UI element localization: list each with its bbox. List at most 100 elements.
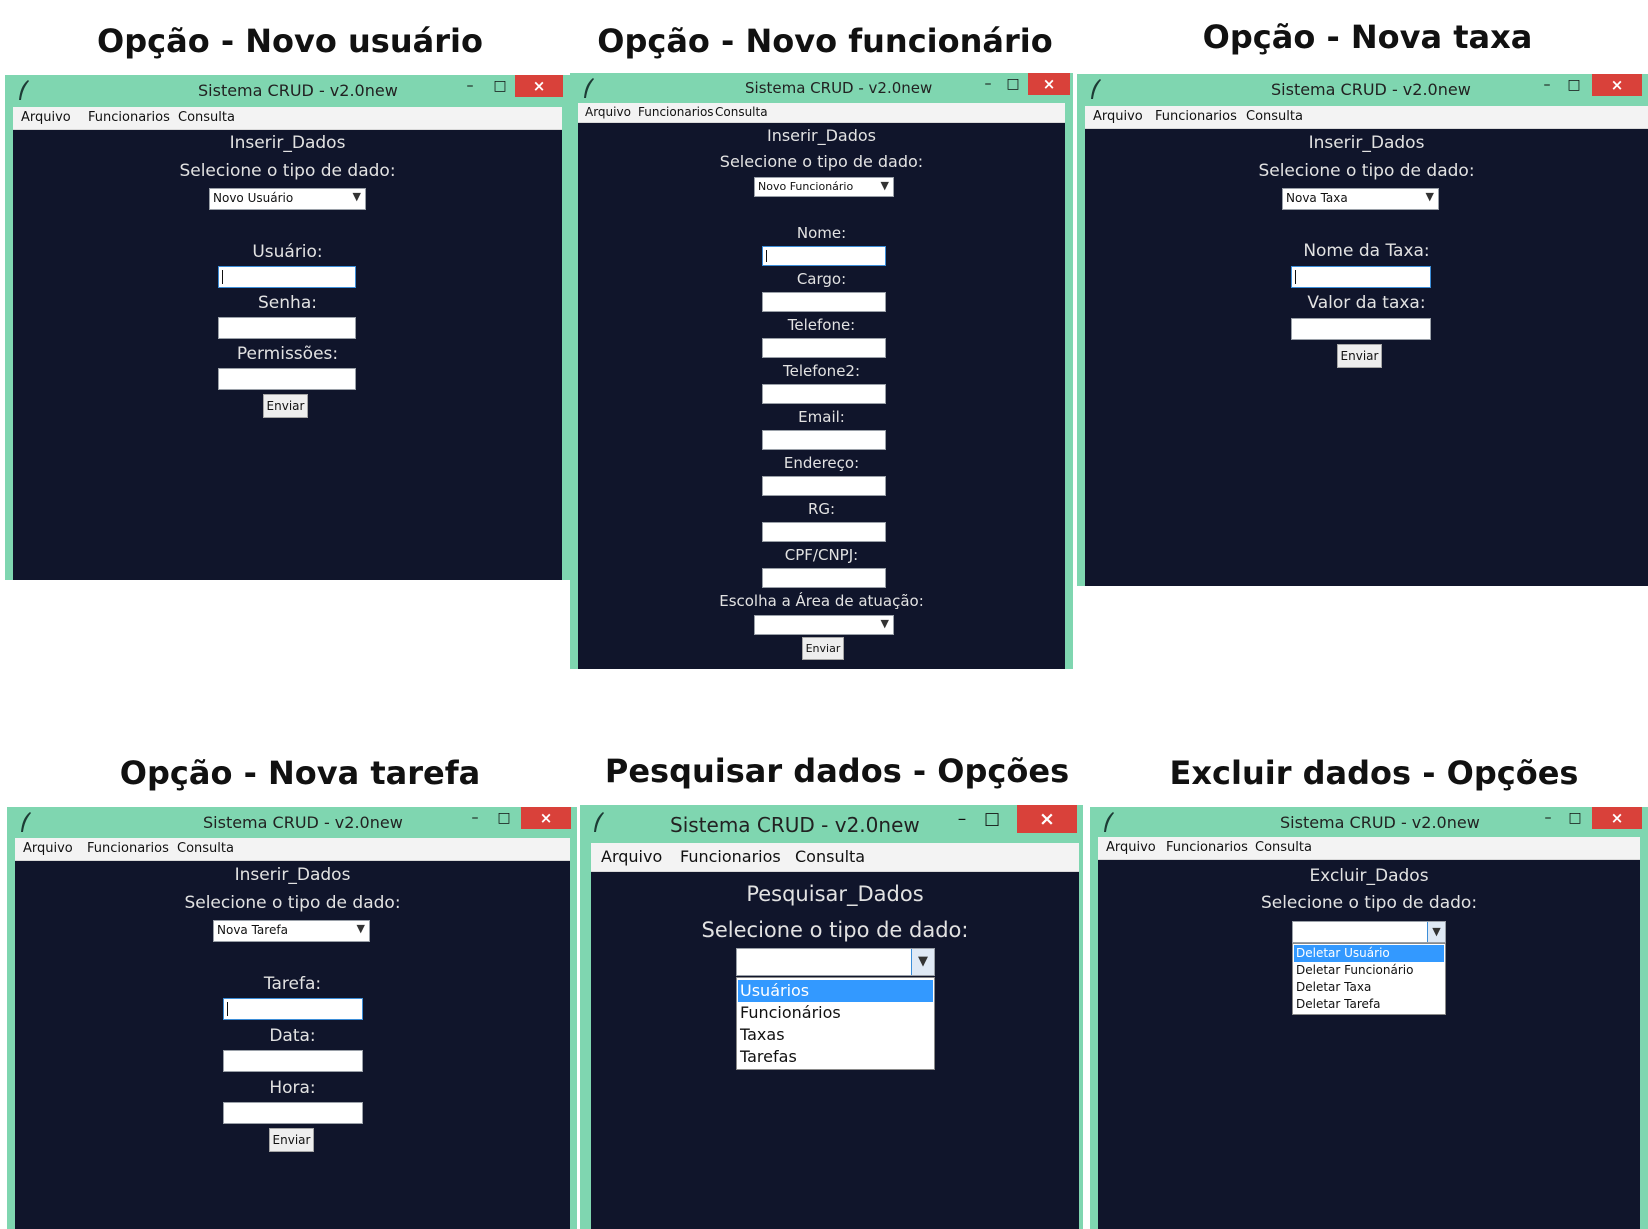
field-label: Telefone: [787,316,856,334]
maximize-button[interactable]: □ [1003,73,1023,95]
menu-arquivo[interactable]: Arquivo [21,110,71,125]
type-select[interactable]: Nova Taxa ▼ [1282,188,1439,210]
maximize-button[interactable]: □ [980,805,1004,833]
field-label: Senha: [258,293,317,313]
maximize-button[interactable]: □ [490,75,510,97]
hora-input[interactable] [223,1102,363,1124]
cpf-cnpj-input[interactable] [762,568,886,588]
minimize-button[interactable]: – [1537,74,1557,96]
menu-arquivo[interactable]: Arquivo [585,105,631,119]
menu-consulta[interactable]: Consulta [1246,109,1303,124]
menu-arquivo[interactable]: Arquivo [1093,109,1143,124]
minimize-button[interactable]: – [465,807,485,829]
title-bar[interactable]: Sistema CRUD - v2.0new – □ × [7,807,577,837]
menu-funcionarios[interactable]: Funcionarios [638,105,714,119]
form-area: Inserir_Dados Selecione o tipo de dado: … [15,861,570,1229]
title-bar[interactable]: Sistema CRUD - v2.0new – □ × [1077,74,1648,104]
type-select-value: Nova Tarefa [217,923,288,937]
rg-input[interactable] [762,522,886,542]
title-bar[interactable]: Sistema CRUD - v2.0new – □ × [1090,807,1648,837]
option-funcionarios[interactable]: Funcionários [738,1002,933,1024]
title-bar[interactable]: Sistema CRUD - v2.0new – □ × [580,805,1083,841]
form-area: Excluir_Dados Selecione o tipo de dado: … [1098,860,1640,1229]
close-button[interactable]: × [1592,807,1642,829]
menu-funcionarios[interactable]: Funcionarios [680,847,781,866]
maximize-button[interactable]: □ [1564,74,1584,96]
type-select[interactable]: Nova Tarefa ▼ [213,920,370,942]
endereco-input[interactable] [762,476,886,496]
field-label: Email: [798,408,845,426]
close-button[interactable]: × [515,75,563,97]
close-button[interactable]: × [1017,805,1077,833]
text-caret [222,270,223,284]
caption-pesquisar: Pesquisar dados - Opções [604,752,1070,790]
menu-consulta[interactable]: Consulta [795,847,865,866]
area-select[interactable]: ▼ [754,615,894,635]
option-deletar-funcionario[interactable]: Deletar Funcionário [1294,962,1444,979]
option-deletar-tarefa[interactable]: Deletar Tarefa [1294,996,1444,1013]
feather-icon [1104,812,1114,832]
menu-consulta[interactable]: Consulta [1255,840,1312,855]
window-novo-usuario: Sistema CRUD - v2.0new – □ × Arquivo Fun… [5,75,570,580]
close-button[interactable]: × [1028,73,1070,95]
menu-arquivo[interactable]: Arquivo [23,841,73,856]
type-select[interactable]: Novo Funcionário ▼ [754,177,894,197]
type-select[interactable]: ▼ [736,948,935,976]
data-input[interactable] [223,1050,363,1072]
enviar-button[interactable]: Enviar [263,394,308,418]
minimize-button[interactable]: – [460,75,480,97]
minimize-button[interactable]: – [1538,807,1558,829]
senha-input[interactable] [218,317,356,339]
options-dropdown: Deletar Usuário Deletar Funcionário Dele… [1292,943,1446,1015]
permissoes-input[interactable] [218,368,356,390]
chevron-down-icon: ▼ [911,949,934,975]
option-taxas[interactable]: Taxas [738,1024,933,1046]
heading: Pesquisar_Dados [746,882,924,906]
menu-consulta[interactable]: Consulta [715,105,768,119]
valor-taxa-input[interactable] [1291,318,1431,340]
telefone-input[interactable] [762,338,886,358]
field-label: Nome da Taxa: [1303,241,1430,261]
maximize-button[interactable]: □ [1565,807,1585,829]
field-label: CPF/CNPJ: [784,546,859,564]
feather-icon [1091,79,1101,99]
menu-funcionarios[interactable]: Funcionarios [87,841,169,856]
title-bar[interactable]: Sistema CRUD - v2.0new – □ × [5,75,570,105]
close-button[interactable]: × [1592,74,1642,96]
option-deletar-taxa[interactable]: Deletar Taxa [1294,979,1444,996]
menu-consulta[interactable]: Consulta [177,841,234,856]
tarefa-input[interactable] [223,998,363,1020]
option-tarefas[interactable]: Tarefas [738,1046,933,1068]
type-select[interactable]: ▼ [1292,921,1446,943]
field-label: RG: [807,500,836,518]
menu-funcionarios[interactable]: Funcionarios [1155,109,1237,124]
menu-arquivo[interactable]: Arquivo [1106,840,1156,855]
window-title: Sistema CRUD - v2.0new [203,813,403,832]
minimize-button[interactable]: – [950,805,974,833]
menu-arquivo[interactable]: Arquivo [601,847,662,866]
close-button[interactable]: × [521,807,571,829]
option-deletar-usuario[interactable]: Deletar Usuário [1294,945,1444,962]
type-select[interactable]: Novo Usuário ▼ [209,188,366,210]
heading: Inserir_Dados [229,133,346,153]
feather-icon [594,812,604,832]
telefone2-input[interactable] [762,384,886,404]
menu-funcionarios[interactable]: Funcionarios [1166,840,1248,855]
maximize-button[interactable]: □ [494,807,514,829]
cargo-input[interactable] [762,292,886,312]
option-usuarios[interactable]: Usuários [738,980,933,1002]
enviar-button[interactable]: Enviar [802,637,844,660]
minimize-button[interactable]: – [978,73,998,95]
nome-taxa-input[interactable] [1291,266,1431,288]
enviar-button[interactable]: Enviar [269,1128,314,1152]
email-input[interactable] [762,430,886,450]
nome-input[interactable] [762,246,886,266]
menu-bar: Arquivo Funcionarios Consulta [1085,106,1648,129]
title-bar[interactable]: Sistema CRUD - v2.0new – □ × [570,73,1073,103]
enviar-button[interactable]: Enviar [1337,344,1382,368]
usuario-input[interactable] [218,266,356,288]
menu-funcionarios[interactable]: Funcionarios [88,110,170,125]
window-nova-tarefa: Sistema CRUD - v2.0new – □ × Arquivo Fun… [7,807,577,1229]
menu-consulta[interactable]: Consulta [178,110,235,125]
select-label: Selecione o tipo de dado: [1258,161,1475,181]
